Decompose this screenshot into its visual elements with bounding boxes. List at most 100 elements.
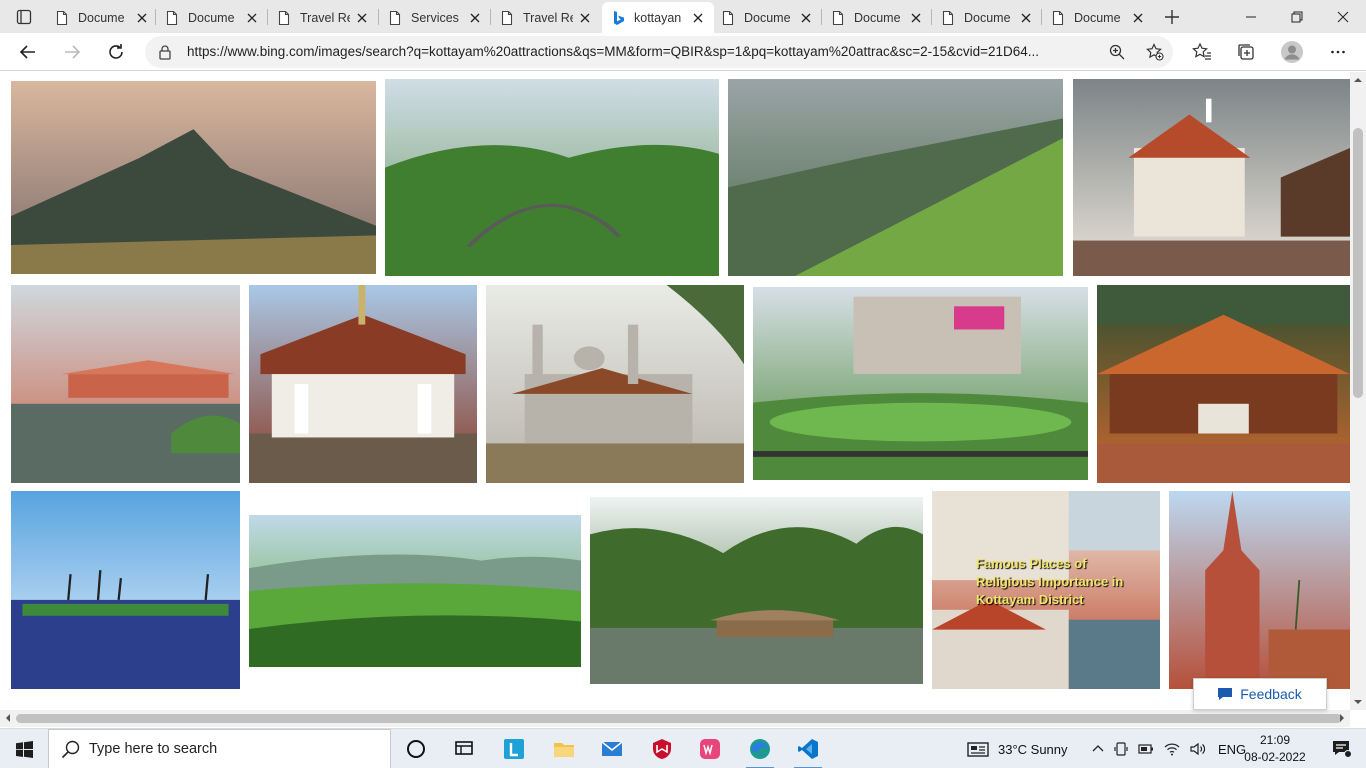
feedback-icon (1218, 688, 1233, 700)
device-icon[interactable] (1114, 742, 1128, 756)
document-icon (276, 10, 292, 26)
minimize-button[interactable] (1228, 0, 1274, 33)
image-result-lake-palms[interactable] (11, 491, 240, 689)
tab-close-button[interactable] (467, 10, 483, 26)
refresh-icon (109, 44, 123, 59)
image-result-heritage-pavilion[interactable] (1097, 285, 1350, 483)
vertical-scroll-thumb[interactable] (1353, 128, 1363, 398)
taskbar-app-edge[interactable] (736, 729, 784, 768)
vertical-scrollbar[interactable] (1350, 72, 1366, 710)
taskbar-app-task-view[interactable] (392, 729, 440, 768)
thumbnail-image (590, 497, 923, 684)
tab-close-button[interactable] (690, 10, 706, 26)
forward-button[interactable] (56, 36, 88, 68)
start-button[interactable] (0, 729, 48, 768)
back-button[interactable] (12, 36, 44, 68)
restore-icon (1291, 11, 1303, 22)
tab-close-button[interactable] (908, 10, 924, 26)
image-result-tea-plantation[interactable] (249, 515, 581, 667)
wifi-icon[interactable] (1164, 742, 1180, 756)
browser-tab[interactable]: Docume (46, 2, 158, 33)
image-result-mosque[interactable] (486, 285, 744, 483)
scroll-left-arrow-icon[interactable] (4, 714, 12, 722)
battery-icon[interactable] (1138, 743, 1154, 755)
volume-icon[interactable] (1190, 742, 1206, 756)
taskbar-app-vscode[interactable] (784, 729, 832, 768)
image-result-backwater-houseboat[interactable] (590, 497, 923, 684)
address-bar[interactable]: https://www.bing.com/images/search?q=kot… (145, 36, 1173, 68)
profile-button[interactable] (1276, 36, 1308, 68)
taskbar-app-l-app[interactable] (490, 729, 538, 768)
tab-close-button[interactable] (798, 10, 814, 26)
browser-tab[interactable]: Docume (712, 2, 822, 33)
browser-tab[interactable]: Docume (1042, 2, 1154, 33)
new-tab-button[interactable] (1160, 5, 1184, 29)
add-favorite-button[interactable] (1145, 42, 1165, 62)
close-icon (1337, 11, 1349, 22)
browser-tab[interactable]: Docume (932, 2, 1042, 33)
tab-title: Travel Re (300, 10, 350, 25)
settings-menu-button[interactable] (1322, 36, 1354, 68)
close-icon (911, 13, 921, 22)
url-text[interactable]: https://www.bing.com/images/search?q=kot… (187, 44, 1097, 59)
search-icon (61, 740, 80, 759)
document-icon (499, 10, 515, 26)
tab-close-button[interactable] (577, 10, 593, 26)
browser-tab[interactable]: Travel Re (268, 2, 378, 33)
refresh-button[interactable] (100, 36, 132, 68)
image-result-white-church[interactable] (1073, 79, 1350, 276)
taskbar-search-box[interactable]: Type here to search (48, 729, 391, 768)
restore-button[interactable] (1274, 0, 1320, 33)
scroll-right-arrow-icon[interactable] (1338, 714, 1346, 722)
browser-tab[interactable]: Travel Re (491, 2, 601, 33)
scroll-down-arrow-icon[interactable] (1354, 698, 1362, 706)
notification-button[interactable] (1318, 729, 1366, 768)
language-indicator[interactable]: ENG (1218, 742, 1246, 757)
thumbnail-image (385, 79, 719, 276)
thumbnail-image (11, 81, 376, 274)
image-result-religious-places-collage[interactable]: Famous Places of Religious Importance in… (932, 491, 1160, 689)
tab-close-button[interactable] (1130, 10, 1146, 26)
tab-close-button[interactable] (1018, 10, 1034, 26)
taskbar-app-mail[interactable] (588, 729, 636, 768)
image-result-temple-gateway[interactable] (249, 285, 477, 483)
browser-tab[interactable]: Docume (822, 2, 932, 33)
tab-actions-button[interactable] (8, 5, 40, 29)
tab-close-button[interactable] (354, 10, 370, 26)
taskbar-app-wps[interactable] (686, 729, 734, 768)
clock-date: 08-02-2022 (1244, 750, 1306, 764)
document-icon (1050, 10, 1066, 26)
file-explorer-icon (554, 743, 574, 757)
lock-icon (159, 45, 171, 60)
tab-close-button[interactable] (244, 10, 260, 26)
browser-tab[interactable]: Services (379, 2, 491, 33)
favorites-button[interactable] (1186, 36, 1218, 68)
clock[interactable]: 21:09 08-02-2022 (1244, 732, 1306, 766)
collections-button[interactable] (1230, 36, 1262, 68)
tab-title: Docume (854, 10, 901, 25)
tab-close-button[interactable] (134, 10, 150, 26)
document-icon (54, 10, 70, 26)
tab-title: Docume (78, 10, 125, 25)
image-result-mountain-peak[interactable] (11, 81, 376, 274)
image-result-green-hills-road[interactable] (385, 79, 719, 276)
image-result-gothic-church[interactable] (1169, 491, 1350, 689)
feedback-button[interactable]: Feedback (1193, 678, 1327, 710)
close-window-button[interactable] (1320, 0, 1366, 33)
browser-tab[interactable]: Docume (156, 2, 268, 33)
taskbar-app-file-explorer[interactable] (540, 729, 588, 768)
scroll-up-arrow-icon[interactable] (1354, 76, 1362, 84)
image-result-boat-jetty[interactable] (11, 285, 240, 483)
image-result-town-garden[interactable] (753, 287, 1088, 480)
taskbar-app-widgets[interactable] (440, 729, 488, 768)
clock-time: 21:09 (1259, 733, 1291, 747)
browser-tab[interactable]: kottayan (602, 2, 714, 33)
horizontal-scroll-thumb[interactable] (16, 714, 1342, 723)
weather-widget[interactable]: 33°C Sunny (966, 729, 1068, 768)
chevron-up-icon[interactable] (1092, 743, 1104, 755)
horizontal-scrollbar[interactable] (0, 710, 1350, 727)
image-result-misty-green-slope[interactable] (728, 79, 1063, 276)
document-icon (720, 10, 736, 26)
zoom-button[interactable] (1107, 42, 1127, 62)
taskbar-app-mcafee[interactable] (638, 729, 686, 768)
